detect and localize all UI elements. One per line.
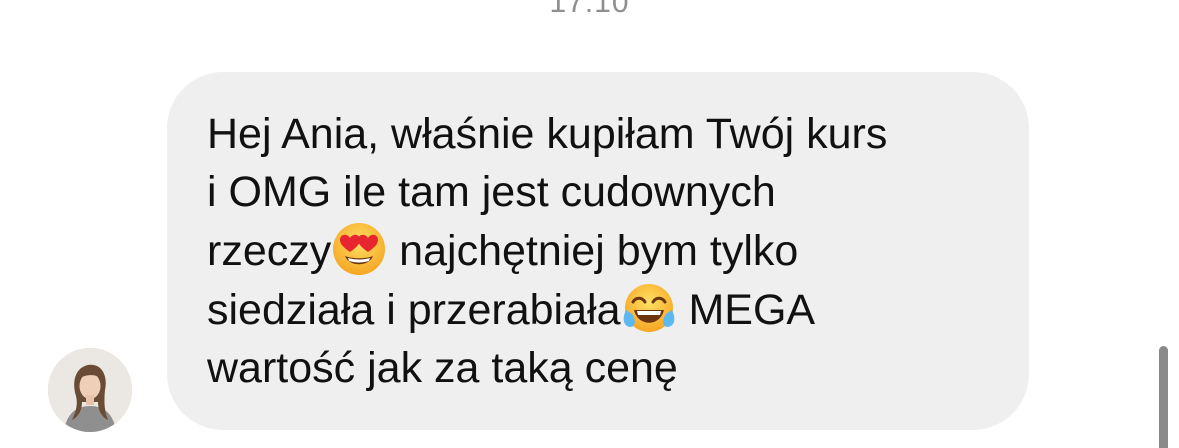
chat-screen: 17:10 Hej Ania, właśnie kupiłam Twój kur… bbox=[0, 0, 1179, 448]
vertical-scrollbar[interactable] bbox=[1159, 346, 1168, 448]
profile-photo-avatar-icon bbox=[48, 348, 132, 432]
message-line-5: wartość jak za taką cenę bbox=[207, 344, 678, 392]
message-text-segment: MEGA bbox=[676, 286, 816, 334]
message-line-2: i OMG ile tam jest cudownych bbox=[207, 168, 776, 216]
message-bubble[interactable]: Hej Ania, właśnie kupiłam Twój kurs i OM… bbox=[167, 72, 1029, 430]
message-line-4: siedziała i przerabiała MEGA bbox=[207, 280, 999, 339]
tears-of-joy-emoji-icon bbox=[623, 284, 674, 332]
message-timestamp: 17:10 bbox=[549, 0, 630, 19]
message-line-1: Hej Ania, właśnie kupiłam Twój kurs bbox=[207, 110, 888, 158]
message-line-3: rzeczy najchętniej bym tylko bbox=[207, 221, 999, 280]
message-text-segment: siedziała i przerabiała bbox=[207, 286, 621, 334]
incoming-message-row: Hej Ania, właśnie kupiłam Twój kurs i OM… bbox=[0, 72, 1179, 432]
heart-eyes-emoji-icon bbox=[333, 223, 386, 275]
message-text-segment: rzeczy bbox=[207, 227, 332, 275]
sender-avatar[interactable] bbox=[48, 348, 132, 432]
message-text-segment: najchętniej bym tylko bbox=[387, 227, 799, 275]
